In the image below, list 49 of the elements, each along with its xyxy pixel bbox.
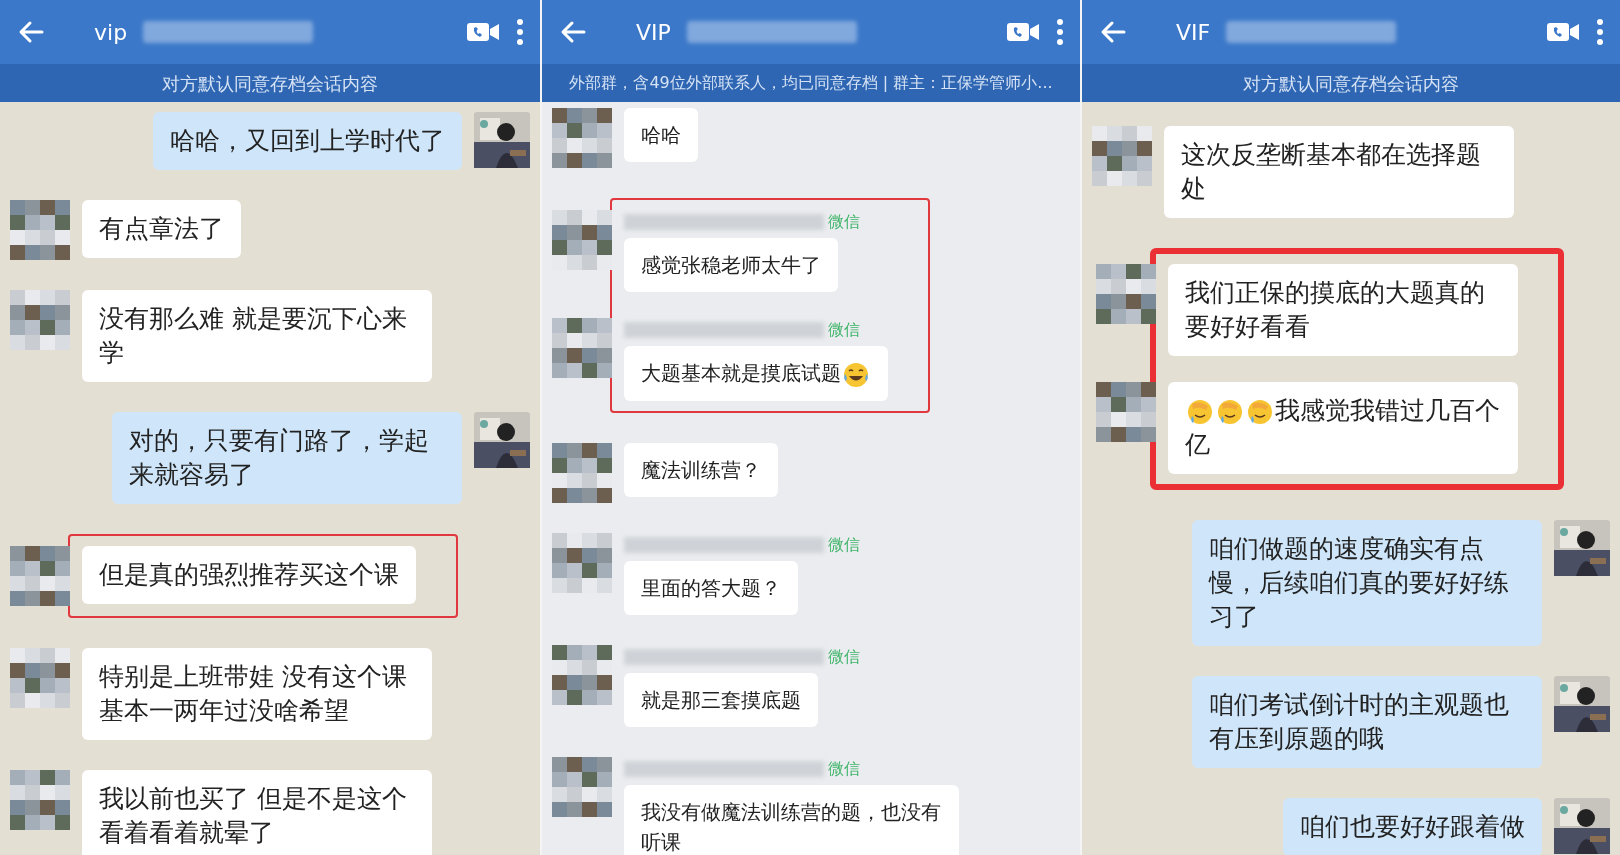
avatar xyxy=(552,532,612,593)
chat-title: VIP xyxy=(636,18,671,47)
chat-title: VIF xyxy=(1176,18,1211,47)
message-bubble: 这次反垄断基本都在选择题处 xyxy=(1164,126,1514,218)
avatar xyxy=(552,210,612,270)
source-tag: 微信 xyxy=(828,644,860,669)
message-bubble: 我感觉我错过几百个亿 xyxy=(1168,382,1518,474)
message-bubble: 但是真的强烈推荐买这个课 xyxy=(82,546,416,604)
message-bubble: 里面的答大题？ xyxy=(624,560,798,615)
message-bubble: 特别是上班带娃 没有这个课基本一两年过没啥希望 xyxy=(82,648,432,740)
avatar xyxy=(1092,126,1152,186)
message-bubble: 没有那么难 就是要沉下心来学 xyxy=(82,290,432,382)
notice-text: 外部群，含49位外部联系人，均已同意存档 | 群主：正保学管师小... xyxy=(569,72,1053,94)
message-bubble: 魔法训练营？ xyxy=(624,442,778,497)
message-bubble: 感觉张稳老师太牛了 xyxy=(624,238,838,292)
notice-text: 对方默认同意存档会话内容 xyxy=(1243,71,1459,96)
message-bubble: 大题基本就是摸底试题 xyxy=(624,346,888,401)
source-tag: 微信 xyxy=(828,210,860,234)
avatar xyxy=(10,770,70,830)
notice-text: 对方默认同意存档会话内容 xyxy=(162,71,378,96)
message-bubble: 咱们做题的速度确实有点慢，后续咱们真的要好好练习了 xyxy=(1192,520,1542,646)
source-tag: 微信 xyxy=(828,532,860,557)
avatar xyxy=(10,290,70,350)
message-bubble: 哈哈 xyxy=(624,108,698,162)
avatar xyxy=(1096,264,1156,324)
avatar xyxy=(10,648,70,708)
message-bubble: 我们正保的摸底的大题真的要好好看看 xyxy=(1168,264,1518,356)
message-bubble: 我没有做魔法训练营的题，也没有听课 xyxy=(624,784,959,855)
avatar xyxy=(10,546,70,606)
avatar xyxy=(552,442,612,503)
source-tag: 微信 xyxy=(828,756,860,781)
more-icon[interactable] xyxy=(516,18,524,46)
message-bubble: 我以前也买了 但是不是这个看着看着就晕了 xyxy=(82,770,432,855)
avatar xyxy=(552,644,612,705)
message-bubble: 就是那三套摸底题 xyxy=(624,672,818,727)
more-icon[interactable] xyxy=(1596,18,1604,46)
message-bubble: 咱们也要好好跟着做 xyxy=(1283,798,1542,855)
source-tag: 微信 xyxy=(828,318,860,342)
message-bubble: 对的，只要有门路了，学起来就容易了 xyxy=(112,412,462,504)
more-icon[interactable] xyxy=(1056,18,1064,46)
avatar xyxy=(552,318,612,378)
chat-title: vip xyxy=(94,18,128,47)
avatar xyxy=(10,200,70,260)
message-bubble: 有点章法了 xyxy=(82,200,241,258)
message-bubble: 哈哈，又回到上学时代了 xyxy=(153,112,462,170)
avatar xyxy=(552,756,612,817)
avatar xyxy=(552,108,612,168)
message-bubble: 咱们考试倒计时的主观题也有压到原题的哦 xyxy=(1192,676,1542,768)
avatar xyxy=(1096,382,1156,442)
